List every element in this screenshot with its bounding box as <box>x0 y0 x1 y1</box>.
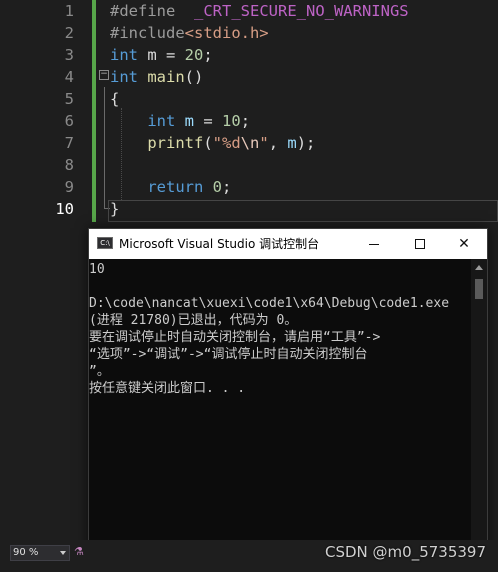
line-number: 4 <box>64 68 74 86</box>
code-token: _CRT_SECURE_NO_WARNINGS <box>194 2 409 20</box>
code-token: <stdio.h> <box>184 24 269 42</box>
code-line[interactable]: int main() <box>110 66 203 88</box>
line-number: 10 <box>55 200 74 218</box>
console-output-line: 10 <box>89 262 105 277</box>
code-token: int <box>147 112 176 130</box>
editor-status-strip: 90 % ⚗ CSDN @m0_5735397 <box>0 540 498 572</box>
fold-collapse-icon[interactable]: − <box>99 70 109 80</box>
code-token: 10 <box>222 112 241 130</box>
code-token: main <box>147 68 185 86</box>
line-number: 5 <box>64 90 74 108</box>
line-number: 7 <box>64 134 74 152</box>
intellicode-icon[interactable]: ⚗ <box>74 545 86 559</box>
line-number: 6 <box>64 112 74 130</box>
close-icon: ✕ <box>458 236 470 252</box>
line-number: 1 <box>64 2 74 20</box>
code-token: 0 <box>212 178 223 196</box>
code-token: ); <box>296 134 316 152</box>
code-line[interactable]: #include<stdio.h> <box>110 22 269 44</box>
code-token: int <box>110 46 138 64</box>
code-token: m = <box>138 46 185 64</box>
code-token: { <box>110 90 120 108</box>
fold-guide-line <box>104 87 105 209</box>
console-scrollbar[interactable] <box>471 259 487 567</box>
console-titlebar[interactable]: C:\ Microsoft Visual Studio 调试控制台 ✕ <box>89 229 487 259</box>
code-token: return <box>147 178 204 196</box>
code-token: () <box>184 68 204 86</box>
code-token: \n <box>240 134 260 152</box>
code-token: ( <box>203 134 213 152</box>
line-number: 2 <box>64 24 74 42</box>
code-token: int <box>110 68 138 86</box>
change-tracking-bar <box>92 0 96 222</box>
code-line[interactable]: return 0; <box>110 176 231 198</box>
console-output-line: “选项”->“调试”->“调试停止时自动关闭控制台 <box>89 347 368 362</box>
console-output-line: 要在调试停止时自动关闭控制台，请启用“工具”-> <box>89 330 381 345</box>
code-token: ; <box>203 46 213 64</box>
zoom-value: 90 % <box>13 547 39 558</box>
code-token: printf <box>147 134 204 152</box>
code-token: m <box>287 134 297 152</box>
zoom-dropdown[interactable]: 90 % <box>10 545 70 561</box>
code-token: #include <box>110 24 185 42</box>
code-token: } <box>110 200 120 218</box>
code-token: ; <box>240 112 251 130</box>
console-output-line <box>89 278 471 295</box>
minimize-button[interactable] <box>351 229 397 259</box>
minimize-icon <box>369 244 379 245</box>
line-number: 3 <box>64 46 74 64</box>
code-token: = <box>194 112 223 130</box>
watermark: CSDN @m0_5735397 <box>325 543 486 561</box>
line-number-gutter: 1 2 3 4 5 6 7 8 9 10 <box>0 0 84 540</box>
code-line[interactable]: printf("%d\n", m); <box>110 132 315 154</box>
console-output: 10 D:\code\nancat\xuexi\code1\x64\Debug\c… <box>89 259 471 567</box>
console-output-line: (进程 21780)已退出，代码为 0。 <box>89 313 298 328</box>
code-line[interactable]: int m = 10; <box>110 110 250 132</box>
close-button[interactable]: ✕ <box>441 229 487 259</box>
line-number: 9 <box>64 178 74 196</box>
maximize-icon <box>415 239 425 249</box>
code-token: #define <box>110 2 176 20</box>
code-line[interactable]: } <box>110 198 119 220</box>
code-token: , <box>268 134 288 152</box>
scroll-up-arrow-icon[interactable] <box>475 265 483 270</box>
scroll-thumb[interactable] <box>475 279 483 299</box>
console-output-line: ”。 <box>89 364 110 379</box>
console-app-icon: C:\ <box>97 237 113 249</box>
code-token: 20 <box>184 46 204 64</box>
line-number: 8 <box>64 156 74 174</box>
code-line[interactable]: #define _CRT_SECURE_NO_WARNINGS <box>110 0 409 22</box>
code-token: m <box>184 112 195 130</box>
code-token: ; <box>222 178 232 196</box>
chevron-down-icon <box>60 551 66 555</box>
console-title: Microsoft Visual Studio 调试控制台 <box>119 237 320 251</box>
code-line[interactable]: int m = 20; <box>110 44 213 66</box>
code-line[interactable]: { <box>110 88 119 110</box>
current-line-highlight <box>108 200 498 222</box>
debug-console-window[interactable]: C:\ Microsoft Visual Studio 调试控制台 ✕ 10 D:… <box>88 228 488 568</box>
code-token: "%d <box>212 134 241 152</box>
maximize-button[interactable] <box>397 229 443 259</box>
code-token: " <box>259 134 269 152</box>
console-output-line: D:\code\nancat\xuexi\code1\x64\Debug\cod… <box>89 296 450 311</box>
console-output-line: 按任意键关闭此窗口. . . <box>89 381 246 396</box>
